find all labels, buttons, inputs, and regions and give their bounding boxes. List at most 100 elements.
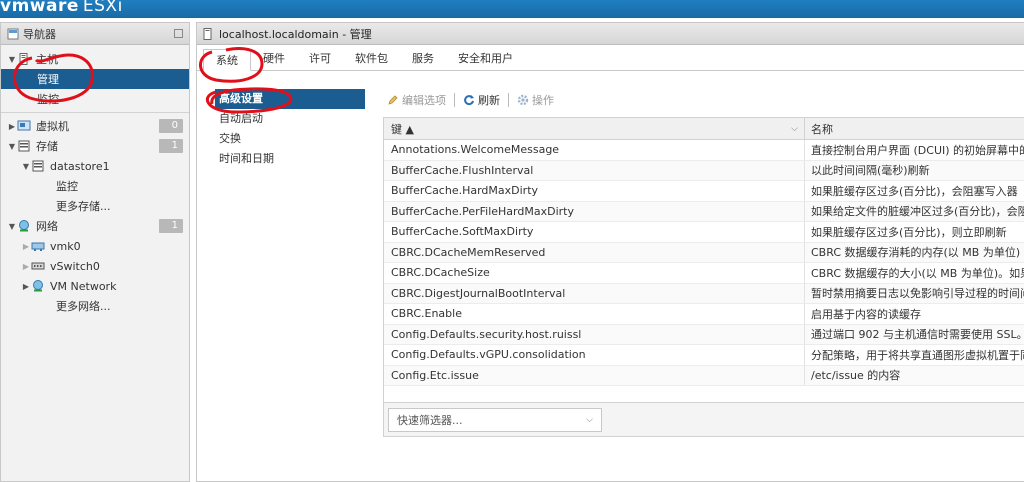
- tree-host-monitor[interactable]: 监控: [1, 89, 189, 109]
- setting-name-cell: 暂时禁用摘要日志以免影响引导过程的时间间隔: [811, 287, 1024, 301]
- tree-more-networks[interactable]: 更多网络...: [1, 296, 189, 316]
- nic-icon: [31, 242, 45, 251]
- tab-content: 高级设置 自动启动 交换 时间和日期 编辑选项 刷新 操作 键 ▲ ⌵ 名称 A…: [197, 71, 1024, 481]
- setting-key-cell: BufferCache.PerFileHardMaxDirty: [384, 201, 805, 221]
- gear-icon: [517, 94, 529, 106]
- host-icon: [19, 53, 28, 65]
- vm-count-badge: 0: [159, 119, 183, 133]
- main-header: localhost.localdomain - 管理: [197, 23, 1024, 45]
- storage-icon: [18, 140, 30, 152]
- tab-licensing[interactable]: 许可: [297, 48, 343, 70]
- setting-name-cell: 如果脏缓存区过多(百分比)，会阻塞写入器: [811, 184, 1018, 198]
- expand-icon[interactable]: ▼: [21, 162, 31, 171]
- tree-datastore1[interactable]: ▼ datastore1: [1, 156, 189, 176]
- table-row[interactable]: BufferCache.HardMaxDirty 如果脏缓存区过多(百分比)，会阻…: [384, 181, 1024, 202]
- setting-name-cell: 以此时间间隔(毫秒)刷新: [811, 164, 930, 178]
- page-title: localhost.localdomain - 管理: [219, 27, 372, 41]
- setting-name-cell: /etc/issue 的内容: [811, 369, 901, 383]
- tab-security-users[interactable]: 安全和用户: [446, 48, 525, 70]
- setting-key-cell: CBRC.DCacheMemReserved: [384, 242, 805, 262]
- expand-icon[interactable]: ▼: [7, 142, 17, 151]
- setting-name-cell: 直接控制台用户界面 (DCUI) 的初始屏幕中的欢迎: [811, 143, 1024, 157]
- advanced-settings-grid: 键 ▲ ⌵ 名称 Annotations.WelcomeMessage 直接控制台…: [383, 117, 1024, 437]
- expand-icon[interactable]: ▼: [7, 222, 17, 231]
- tree-storage[interactable]: ▼ 存储 1: [1, 136, 189, 156]
- expand-icon[interactable]: ▶: [21, 242, 31, 251]
- expand-icon[interactable]: ▶: [7, 122, 17, 131]
- tree-vms[interactable]: ▶ 虚拟机 0: [1, 116, 189, 136]
- network-count-badge: 1: [159, 219, 183, 233]
- expand-icon[interactable]: ▶: [21, 282, 31, 291]
- tree-host[interactable]: ▼ 主机: [1, 49, 189, 69]
- setting-key-cell: Config.Defaults.vGPU.consolidation: [384, 345, 805, 365]
- column-key-header[interactable]: 键 ▲ ⌵: [384, 118, 805, 139]
- collapse-icon[interactable]: [174, 29, 183, 38]
- network-icon: [19, 220, 29, 232]
- pencil-icon: [388, 95, 398, 105]
- expand-icon[interactable]: ▶: [21, 262, 31, 271]
- expand-icon[interactable]: ▼: [7, 55, 17, 64]
- vmware-logo: vmware ESXi: [0, 0, 123, 16]
- navigator-icon: [7, 28, 19, 39]
- table-row[interactable]: Config.Defaults.security.host.ruissl 通过端口…: [384, 324, 1024, 345]
- tree-network[interactable]: ▼ 网络 1: [1, 216, 189, 236]
- refresh-button[interactable]: 刷新: [463, 92, 500, 108]
- grid-body: Annotations.WelcomeMessage 直接控制台用户界面 (DCU…: [384, 140, 1024, 386]
- toolbar: 编辑选项 刷新 操作: [387, 91, 562, 109]
- setting-name-cell: 通过端口 902 与主机通信时需要使用 SSL。: [811, 328, 1024, 342]
- navigator-header: 导航器: [1, 23, 189, 45]
- table-row[interactable]: CBRC.DCacheSize CBRC 数据缓存的大小(以 MB 为单位)。如果…: [384, 263, 1024, 284]
- column-name-header[interactable]: 名称: [805, 118, 1024, 139]
- tree-host-manage[interactable]: 管理: [1, 69, 189, 89]
- tab-bar: 系统 硬件 许可 软件包 服务 安全和用户: [197, 45, 1024, 71]
- setting-name-cell: 如果给定文件的脏缓冲区过多(百分比)，会阻塞写: [811, 205, 1024, 219]
- subnav-time-date[interactable]: 时间和日期: [215, 149, 365, 169]
- tree-vm-network[interactable]: ▶ VM Network: [1, 276, 189, 296]
- setting-key-cell: BufferCache.FlushInterval: [384, 160, 805, 180]
- tree-datastore-monitor[interactable]: 监控: [1, 176, 189, 196]
- datastore-icon: [32, 160, 44, 172]
- setting-name-cell: 如果脏缓存区过多(百分比)，则立即刷新: [811, 225, 1007, 239]
- table-row[interactable]: Config.Etc.issue/etc/issue 的内容: [384, 365, 1024, 386]
- setting-name-cell: CBRC 数据缓存消耗的内存(以 MB 为单位): [811, 246, 1021, 260]
- actions-button[interactable]: 操作: [517, 92, 554, 108]
- top-banner: vmware ESXi: [0, 0, 1024, 18]
- tab-services[interactable]: 服务: [400, 48, 446, 70]
- setting-key-cell: BufferCache.HardMaxDirty: [384, 181, 805, 201]
- quick-filter-dropdown[interactable]: 快速筛选器... ⌵: [388, 408, 602, 432]
- chevron-down-icon[interactable]: ⌵: [791, 124, 798, 134]
- table-row[interactable]: BufferCache.SoftMaxDirty 如果脏缓存区过多(百分比)，则立…: [384, 222, 1024, 243]
- setting-key-cell: Annotations.WelcomeMessage: [384, 140, 805, 160]
- grid-footer: 快速筛选器... ⌵: [384, 402, 1024, 436]
- setting-key-cell: Config.Defaults.security.host.ruissl: [384, 324, 805, 344]
- setting-key-cell: CBRC.Enable: [384, 304, 805, 324]
- table-row[interactable]: BufferCache.FlushInterval 以此时间间隔(毫秒)刷新: [384, 160, 1024, 181]
- edit-option-button[interactable]: 编辑选项: [387, 92, 446, 108]
- subnav-autostart[interactable]: 自动启动: [215, 109, 365, 129]
- subnav-advanced-settings[interactable]: 高级设置: [215, 89, 365, 109]
- tab-hardware[interactable]: 硬件: [251, 48, 297, 70]
- grid-header: 键 ▲ ⌵ 名称: [384, 118, 1024, 140]
- tree-divider: [1, 112, 189, 113]
- toolbar-divider: [508, 93, 509, 107]
- table-row[interactable]: CBRC.DCacheMemReserved CBRC 数据缓存消耗的内存(以 M…: [384, 242, 1024, 263]
- setting-name-cell: CBRC 数据缓存的大小(以 MB 为单位)。如果 C: [811, 266, 1024, 280]
- tab-system[interactable]: 系统: [203, 49, 251, 71]
- tab-packages[interactable]: 软件包: [343, 48, 400, 70]
- table-row[interactable]: CBRC.DigestJournalBootInterval 暂时禁用摘要日志以免…: [384, 283, 1024, 304]
- setting-key-cell: CBRC.DigestJournalBootInterval: [384, 283, 805, 303]
- tree-vswitch0[interactable]: ▶ vSwitch0: [1, 256, 189, 276]
- tree-more-storage[interactable]: 更多存储...: [1, 196, 189, 216]
- table-row[interactable]: BufferCache.PerFileHardMaxDirty 如果给定文件的脏缓…: [384, 201, 1024, 222]
- table-row[interactable]: Annotations.WelcomeMessage 直接控制台用户界面 (DCU…: [384, 140, 1024, 161]
- subnav-swap[interactable]: 交换: [215, 129, 365, 149]
- system-subnav: 高级设置 自动启动 交换 时间和日期: [215, 89, 365, 169]
- host-icon: [203, 27, 212, 40]
- vm-icon: [17, 120, 31, 131]
- setting-name-cell: 启用基于内容的读缓存: [811, 307, 921, 321]
- table-row[interactable]: Config.Defaults.vGPU.consolidation 分配策略，用…: [384, 345, 1024, 366]
- table-row[interactable]: CBRC.Enable 启用基于内容的读缓存: [384, 304, 1024, 325]
- navigator-panel: 导航器 ▼ 主机 管理 监控 ▶ 虚拟机 0 ▼ 存储 1 ▼ datastor…: [0, 22, 190, 482]
- switch-icon: [31, 262, 45, 270]
- tree-vmk0[interactable]: ▶ vmk0: [1, 236, 189, 256]
